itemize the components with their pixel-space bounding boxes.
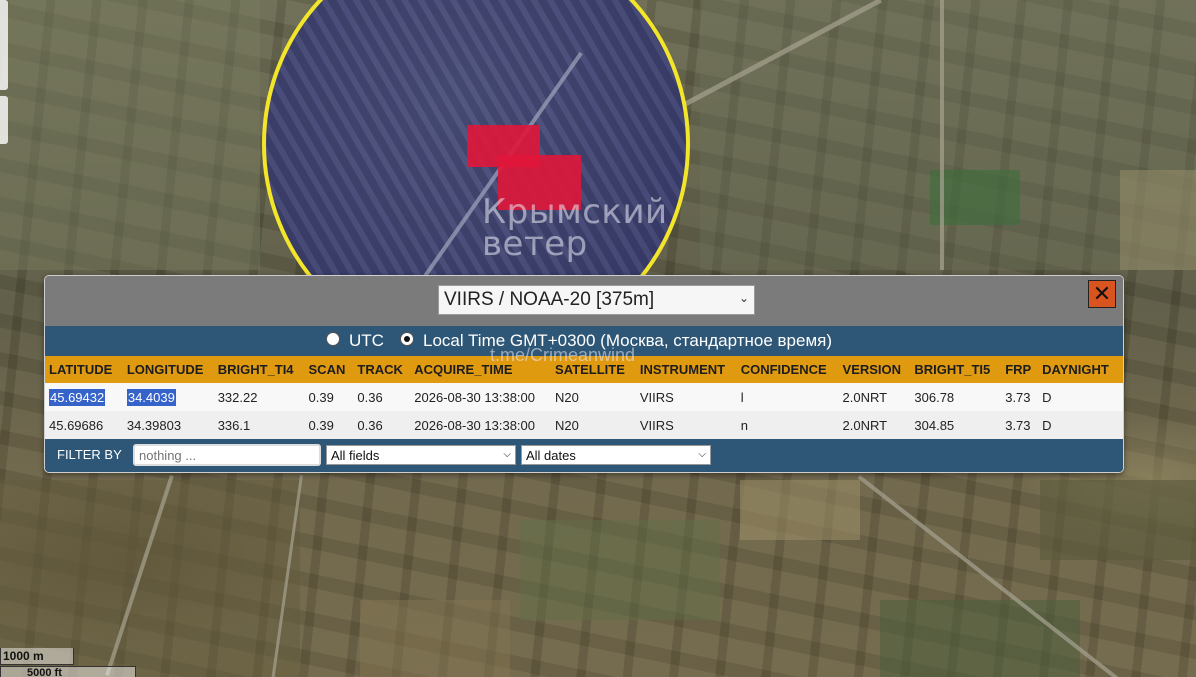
scale-bar: 1000 m 5000 ft [0, 648, 136, 677]
cell-version: 2.0NRT [842, 389, 888, 405]
map-field [880, 600, 1080, 677]
col-track[interactable]: TRACK [353, 356, 410, 383]
cell-latitude: 45.69432 [45, 383, 123, 411]
selected-text: 45.69432 [49, 388, 106, 406]
col-bright-ti4[interactable]: BRIGHT_TI4 [214, 356, 305, 383]
col-frp[interactable]: FRP [1001, 356, 1038, 383]
cell-scan: 0.39 [308, 389, 334, 405]
col-satellite[interactable]: SATELLITE [551, 356, 636, 383]
dates-select[interactable]: All dates ⌵ [521, 445, 711, 465]
map-field [1040, 480, 1196, 560]
table-header-row: LATITUDE LONGITUDE BRIGHT_TI4 SCAN TRACK… [45, 356, 1123, 383]
col-version[interactable]: VERSION [839, 356, 911, 383]
cell-longitude: 34.39803 [126, 417, 182, 433]
col-confidence[interactable]: CONFIDENCE [737, 356, 839, 383]
cell-bright-ti5: 304.85 [914, 417, 955, 433]
utc-label: UTC [349, 331, 384, 350]
cell-longitude: 34.4039 [123, 383, 214, 411]
cell-bright-ti4: 332.22 [217, 389, 258, 405]
col-daynight[interactable]: DAYNIGHT [1038, 356, 1123, 383]
map-road [940, 0, 944, 270]
cell-scan: 0.39 [308, 417, 334, 433]
map-field [360, 600, 510, 677]
cell-confidence: l [740, 389, 744, 405]
map-control[interactable] [0, 0, 8, 90]
col-longitude[interactable]: LONGITUDE [123, 356, 214, 383]
scale-metric: 1000 m [0, 648, 74, 665]
dates-select-value: All dates [526, 448, 576, 463]
cell-frp: 3.73 [1005, 389, 1031, 405]
filter-bar: FILTER BY All fields ⌵ All dates ⌵ [45, 439, 1123, 472]
filter-input[interactable] [133, 444, 321, 466]
fire-data-popup: VIIRS / NOAA-20 [375m] ⌄ ✕ UTC Local Tim… [44, 275, 1124, 473]
watermark: Крымский ветер [456, 192, 706, 312]
selected-text: 34.4039 [126, 388, 176, 406]
chevron-down-icon: ⌵ [503, 449, 511, 460]
map-field [740, 480, 860, 540]
col-instrument[interactable]: INSTRUMENT [636, 356, 737, 383]
col-acquire-time[interactable]: ACQUIRE_TIME [410, 356, 551, 383]
chevron-down-icon: ⌄ [738, 291, 749, 305]
cell-latitude: 45.69686 [49, 417, 104, 433]
map-control[interactable] [0, 96, 8, 144]
cell-acquire-time: 2026-08-30 13:38:00 [414, 417, 535, 433]
cell-daynight: D [1042, 389, 1052, 405]
cell-track: 0.36 [357, 389, 383, 405]
table-row[interactable]: 45.69686 34.39803 336.1 0.39 0.36 2026-0… [45, 411, 1123, 439]
local-time-label: Local Time GMT+0300 (Москва, стандартное… [423, 331, 833, 350]
map-field [520, 520, 720, 620]
cell-version: 2.0NRT [842, 417, 888, 433]
cell-bright-ti5: 306.78 [914, 389, 955, 405]
local-time-radio[interactable] [400, 332, 414, 346]
close-button[interactable]: ✕ [1088, 280, 1116, 308]
col-scan[interactable]: SCAN [305, 356, 354, 383]
map-field [1120, 170, 1196, 270]
product-select-value: VIIRS / NOAA-20 [375m] [444, 289, 655, 310]
watermark-line2: ветер [482, 224, 588, 264]
popup-header: VIIRS / NOAA-20 [375m] ⌄ ✕ [45, 276, 1123, 326]
fields-select[interactable]: All fields ⌵ [326, 445, 516, 465]
fields-select-value: All fields [331, 448, 380, 463]
cell-instrument: VIIRS [639, 417, 674, 433]
chevron-down-icon: ⌵ [698, 449, 706, 460]
table-row[interactable]: 45.69432 34.4039 332.22 0.39 0.36 2026-0… [45, 383, 1123, 411]
col-latitude[interactable]: LATITUDE [45, 356, 123, 383]
cell-bright-ti4: 336.1 [217, 417, 251, 433]
cell-frp: 3.73 [1005, 417, 1031, 433]
scale-imperial: 5000 ft [0, 666, 136, 677]
fire-data-table: LATITUDE LONGITUDE BRIGHT_TI4 SCAN TRACK… [45, 356, 1123, 439]
map-field [0, 0, 260, 270]
cell-instrument: VIIRS [639, 389, 674, 405]
time-mode-bar: UTC Local Time GMT+0300 (Москва, стандар… [45, 326, 1123, 356]
cell-track: 0.36 [357, 417, 383, 433]
cell-satellite: N20 [555, 389, 579, 405]
cell-daynight: D [1042, 417, 1052, 433]
utc-radio[interactable] [326, 332, 340, 346]
filter-label: FILTER BY [57, 447, 122, 462]
cell-acquire-time: 2026-08-30 13:38:00 [414, 389, 535, 405]
cell-satellite: N20 [555, 417, 579, 433]
col-bright-ti5[interactable]: BRIGHT_TI5 [910, 356, 1001, 383]
product-select[interactable]: VIIRS / NOAA-20 [375m] ⌄ [438, 285, 755, 315]
cell-confidence: n [740, 417, 748, 433]
